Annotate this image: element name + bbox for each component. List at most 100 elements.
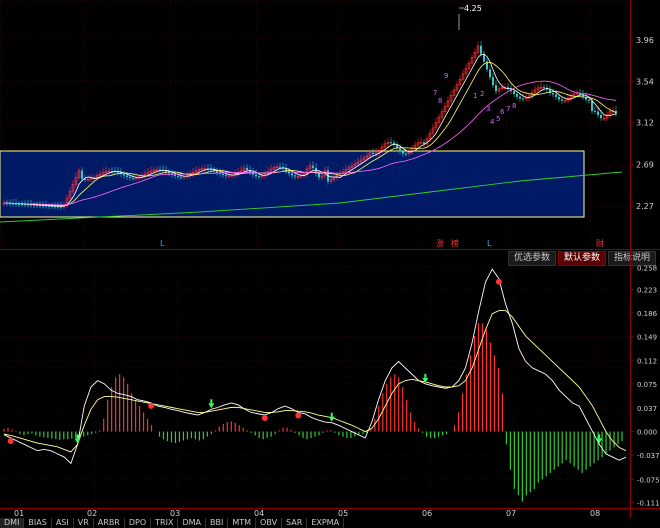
price-tick-label: 3.12 xyxy=(636,119,654,128)
macd-x-label: 01 xyxy=(14,509,24,518)
candle-body xyxy=(255,174,257,177)
macd-x-label: 04 xyxy=(254,509,264,518)
candle-body xyxy=(246,167,248,170)
event-markers[interactable]: L 涨榜 L 财 xyxy=(160,238,604,248)
macd-x-label: 03 xyxy=(170,509,180,518)
indicator-tab-dpo[interactable]: DPO xyxy=(125,518,152,528)
buy-signal-icon xyxy=(328,416,335,422)
macd-x-label: 07 xyxy=(506,509,516,518)
candle-body xyxy=(132,177,134,179)
candle-body xyxy=(279,166,281,168)
macd-y-tick: 0.037 xyxy=(637,405,657,413)
price-tick-label: 2.69 xyxy=(636,161,654,170)
indicator-tab-obv[interactable]: OBV xyxy=(256,518,283,528)
buy-signal-icon xyxy=(74,438,81,444)
event-marker[interactable]: 涨 xyxy=(436,238,444,248)
event-marker[interactable]: 财 xyxy=(596,238,604,248)
indicator-tab-expma[interactable]: EXPMA xyxy=(307,518,345,528)
sell-signal-icon xyxy=(261,415,268,422)
candle-body xyxy=(177,175,179,177)
candle-body xyxy=(405,153,407,155)
candle-body xyxy=(597,111,599,115)
indicator-tab-trix[interactable]: TRIX xyxy=(151,518,179,528)
candle-body xyxy=(522,98,524,100)
macd-x-label: 02 xyxy=(87,509,97,518)
count-label: 9 xyxy=(444,72,448,80)
candle-body xyxy=(480,45,482,54)
event-marker[interactable]: L xyxy=(160,239,165,248)
indicator-tab-dma[interactable]: DMA xyxy=(178,518,206,528)
candle-body xyxy=(222,173,224,175)
count-label: 4 xyxy=(490,118,495,126)
candle-body xyxy=(291,173,293,176)
indicator-tab-mtm[interactable]: MTM xyxy=(228,518,257,528)
candle-body xyxy=(489,69,491,78)
candle-body xyxy=(561,99,563,101)
price-tick-label: 2.27 xyxy=(636,202,654,211)
candle-body xyxy=(318,173,320,178)
candle-body xyxy=(543,87,545,89)
candle-body xyxy=(258,176,260,178)
candle-body xyxy=(225,174,227,176)
count-label: 5 xyxy=(496,115,500,123)
count-label: 2 xyxy=(480,90,484,98)
macd-y-tick: -0.037 xyxy=(637,452,660,460)
macd-y-tick: 0.186 xyxy=(637,310,658,318)
candle-body xyxy=(180,176,182,178)
candle-body xyxy=(495,85,497,92)
indicator-tab-asi[interactable]: ASI xyxy=(52,518,74,528)
kline-panel[interactable]: 7891 234 56 7 8 3.963.543.122.692.27 4.25 L涨… xyxy=(0,0,660,250)
macd-y-tick: 0.223 xyxy=(637,287,657,295)
macd-y-tick: 0.112 xyxy=(637,357,657,365)
macd-histogram xyxy=(3,323,623,502)
candle-body xyxy=(81,170,83,179)
candle-body xyxy=(126,175,128,177)
count-label: 1 xyxy=(473,92,477,100)
candle-body xyxy=(558,96,560,100)
indicator-tab-vr[interactable]: VR xyxy=(74,518,94,528)
price-axis: 3.96 3.54 3.12 2.69 2.27 xyxy=(630,36,654,211)
event-marker[interactable]: 榜 xyxy=(451,238,459,248)
candle-body xyxy=(516,94,518,97)
macd-y-tick: -0.075 xyxy=(637,476,660,484)
macd-y-tick: 0.149 xyxy=(637,334,657,342)
sell-signal-icon xyxy=(295,412,302,419)
high-marker-label: 4.25 xyxy=(464,4,482,13)
candle-body xyxy=(399,148,401,152)
candle-body xyxy=(216,171,218,173)
indicator-tab-arbr[interactable]: ARBR xyxy=(94,518,125,528)
candle-body xyxy=(372,152,374,154)
candle-body xyxy=(555,94,557,97)
sell-signal-icon xyxy=(495,278,502,285)
price-tick-label: 3.54 xyxy=(636,77,654,86)
indicator-tab-sar[interactable]: SAR xyxy=(282,518,308,528)
sell-signal-icon xyxy=(148,402,155,409)
candle-body xyxy=(129,176,131,178)
indicator-tab-dmi[interactable]: DMI xyxy=(0,518,25,528)
price-tick-label: 3.96 xyxy=(636,36,654,45)
indicator-tab-bias[interactable]: BIAS xyxy=(24,518,52,528)
macd-y-tick: 0.258 xyxy=(637,264,657,272)
macd-panel[interactable]: 0.258 0.223 0.186 0.149 0.112 0.075 0.037 0.000… xyxy=(0,250,660,518)
candle-body xyxy=(519,96,521,99)
count-label: 8 xyxy=(438,97,442,105)
candle-body xyxy=(312,165,314,168)
candle-body xyxy=(390,142,392,144)
macd-x-label: 05 xyxy=(338,509,348,518)
candle-body xyxy=(294,175,296,177)
indicator-tab-bbi[interactable]: BBI xyxy=(206,518,229,528)
candle-body xyxy=(513,91,515,95)
macd-x-label: 06 xyxy=(422,509,432,518)
macd-y-tick: 0.075 xyxy=(637,381,657,389)
candle-body xyxy=(402,151,404,154)
candle-body xyxy=(600,114,602,119)
candle-body xyxy=(588,99,590,101)
candle-body xyxy=(174,174,176,176)
buy-signal-icon xyxy=(208,403,215,409)
count-label: 7 xyxy=(506,105,510,113)
macd-x-label: 08 xyxy=(590,509,600,518)
count-label: 3 xyxy=(486,105,490,113)
candle-body xyxy=(492,77,494,86)
count-label: 8 xyxy=(512,102,516,110)
event-marker[interactable]: L xyxy=(487,239,492,248)
